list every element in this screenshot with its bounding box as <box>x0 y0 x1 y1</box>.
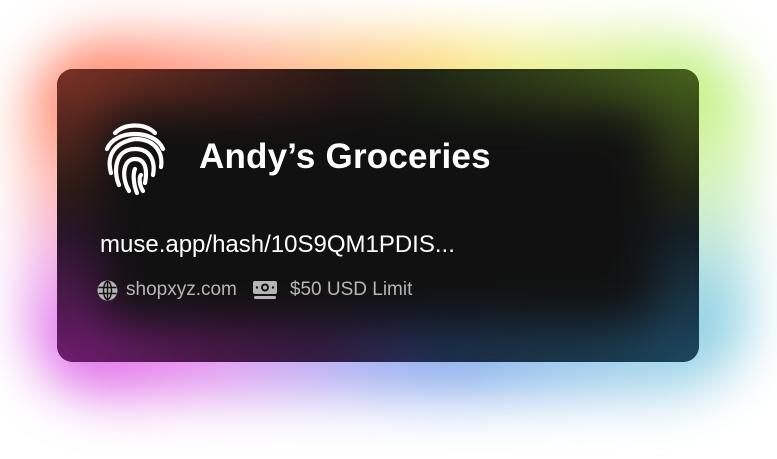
limit-text: $50 USD Limit <box>289 279 413 300</box>
hash-url-link[interactable]: muse.app/hash/10S9QM1PDIS... <box>100 231 455 259</box>
virtual-card[interactable]: Andy’s Groceries muse.app/hash/10S9QM1PD… <box>57 69 699 362</box>
domain-text: shopxyz.com <box>126 279 237 300</box>
card-meta-row: shopxyz.com $50 USD Limit <box>97 279 412 301</box>
merchant-name: Andy’s Groceries <box>199 137 491 176</box>
globe-icon <box>97 280 118 301</box>
fingerprint-icon <box>104 123 166 195</box>
money-icon <box>252 280 278 300</box>
